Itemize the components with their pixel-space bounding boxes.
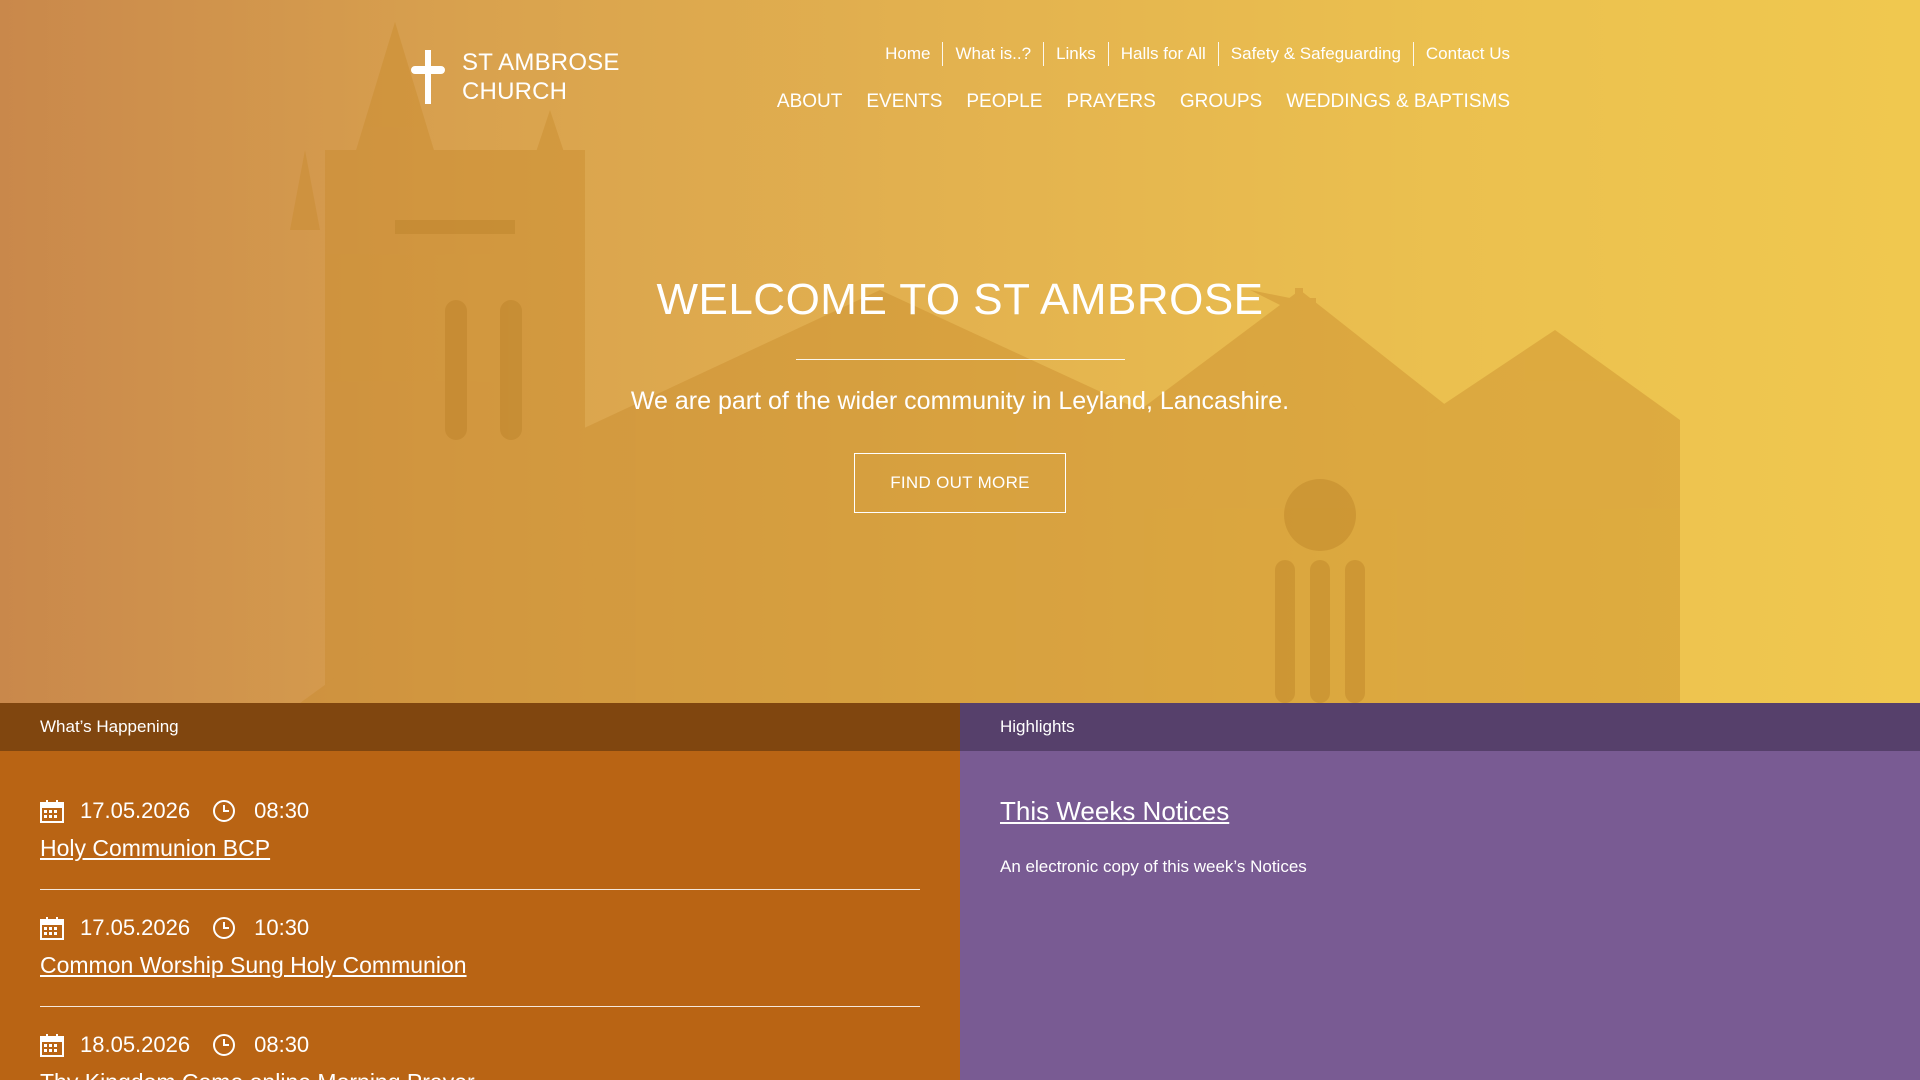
event-title-link[interactable]: Common Worship Sung Holy Communion	[40, 950, 920, 980]
main-nav-about[interactable]: ABOUT	[777, 88, 842, 116]
main-nav-people[interactable]: PEOPLE	[966, 88, 1042, 116]
hero-divider	[796, 359, 1125, 360]
logo-line-2: CHURCH	[462, 78, 568, 105]
event-time: 08:30	[254, 1032, 310, 1057]
top-nav: Home What is..? Links Halls for All Safe…	[873, 42, 1510, 66]
cross-icon	[411, 50, 445, 104]
nav-link-halls[interactable]: Halls for All	[1107, 42, 1218, 66]
event-item: 17.05.2026 10:30 Common Worship Sung Hol…	[40, 890, 920, 1007]
whats-happening-panel: What’s Happening 17.05.2026 08:30 Holy C…	[0, 703, 960, 1080]
event-item: 17.05.2026 08:30 Holy Communion BCP	[40, 797, 920, 890]
find-out-more-button[interactable]: FIND OUT MORE	[854, 453, 1066, 513]
logo-text: ST AMBROSE CHURCH	[462, 48, 620, 106]
highlights-panel: Highlights This Weeks Notices An electro…	[960, 703, 1920, 1080]
event-time: 08:30	[254, 798, 310, 823]
clock-icon	[213, 800, 236, 822]
event-meta: 17.05.2026 10:30	[40, 914, 920, 942]
calendar-icon	[40, 1034, 64, 1057]
nav-link-home[interactable]: Home	[873, 42, 942, 66]
main-nav-weddings[interactable]: WEDDINGS & BAPTISMS	[1286, 88, 1510, 116]
event-title-link[interactable]: Holy Communion BCP	[40, 833, 920, 863]
events-list: 17.05.2026 08:30 Holy Communion BCP 17.0…	[0, 797, 960, 1080]
event-date: 17.05.2026	[80, 798, 191, 823]
event-time: 10:30	[254, 915, 310, 940]
notices-description: An electronic copy of this week’s Notice…	[1000, 857, 1307, 876]
main-nav: ABOUT EVENTS PEOPLE PRAYERS GROUPS WEDDI…	[753, 88, 1510, 116]
whats-happening-heading: What’s Happening	[0, 703, 960, 751]
hero-subtitle: We are part of the wider community in Le…	[630, 387, 1290, 415]
event-date: 17.05.2026	[80, 915, 191, 940]
main-nav-groups[interactable]: GROUPS	[1180, 88, 1262, 116]
event-meta: 18.05.2026 08:30	[40, 1031, 920, 1059]
clock-icon	[213, 1034, 236, 1056]
main-nav-events[interactable]: EVENTS	[866, 88, 942, 116]
nav-link-contact[interactable]: Contact Us	[1412, 42, 1510, 66]
calendar-icon	[40, 917, 64, 940]
highlights-heading: Highlights	[960, 703, 1920, 751]
logo-line-1: ST AMBROSE	[462, 49, 620, 76]
calendar-icon	[40, 800, 64, 823]
hero-banner: ST AMBROSE CHURCH Home What is..? Links …	[0, 0, 1920, 703]
event-date: 18.05.2026	[80, 1032, 191, 1057]
nav-link-links[interactable]: Links	[1043, 42, 1108, 66]
clock-icon	[213, 917, 236, 939]
event-title-link[interactable]: Thy Kingdom Come online Morning Prayer	[40, 1067, 920, 1080]
church-logo[interactable]: ST AMBROSE CHURCH	[408, 48, 620, 106]
highlight-item: This Weeks Notices An electronic copy of…	[960, 793, 1920, 879]
nav-link-what-is[interactable]: What is..?	[942, 42, 1043, 66]
main-nav-prayers[interactable]: PRAYERS	[1066, 88, 1155, 116]
event-meta: 17.05.2026 08:30	[40, 797, 920, 825]
hero-title: WELCOME TO ST AMBROSE	[656, 275, 1264, 324]
nav-link-safeguarding[interactable]: Safety & Safeguarding	[1217, 42, 1413, 66]
event-item: 18.05.2026 08:30 Thy Kingdom Come online…	[40, 1007, 920, 1080]
notices-link[interactable]: This Weeks Notices	[1000, 793, 1880, 829]
